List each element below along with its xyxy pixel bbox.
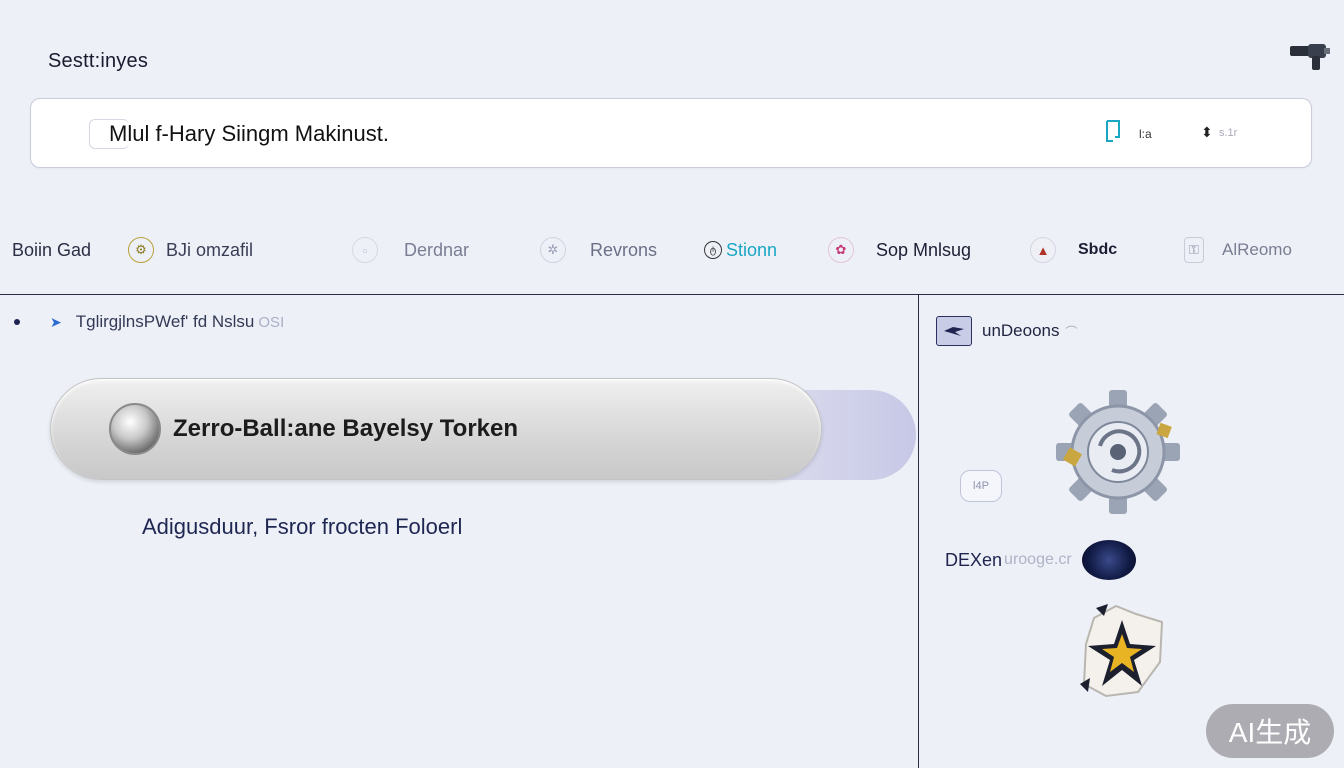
filter-icon[interactable] bbox=[1105, 119, 1135, 143]
tab-label: Sbdc bbox=[1078, 241, 1118, 258]
tab-alreomo[interactable]: ⚿ AlReomo bbox=[1184, 226, 1292, 274]
breadcrumb: ➤ TglirgjlnsPWef' fd Nslsu OSI bbox=[14, 312, 284, 332]
tab-label: AlReomo bbox=[1222, 240, 1292, 259]
tab-label: BJi omzafil bbox=[166, 239, 254, 260]
tab-shop-marketing[interactable]: ✿ Sop Mnlsug bbox=[828, 226, 971, 274]
tab-bar: Boiin Gad ⚙ BJi omzafil ▫ Derdnar ✲ Revr… bbox=[0, 226, 1344, 274]
tag-icon: ✿ bbox=[828, 237, 854, 263]
shield-icon: ▲ bbox=[1030, 237, 1056, 263]
tab-calendar[interactable]: ▫ Derdnar bbox=[352, 226, 469, 274]
lock-icon: ⚿ bbox=[1184, 237, 1204, 263]
badge-icon[interactable]: l4P bbox=[960, 470, 1002, 502]
tab-sbdc[interactable]: ▲ Sbdc bbox=[1030, 226, 1117, 274]
ai-watermark: AI生成 bbox=[1206, 704, 1334, 758]
star-cube-icon[interactable] bbox=[1076, 600, 1168, 702]
filter-label: l:a bbox=[1139, 127, 1152, 141]
tab-reviews[interactable]: ✲ Revrons bbox=[540, 226, 657, 274]
toggle-knob-icon[interactable] bbox=[109, 403, 161, 455]
tab-station[interactable]: ტ Stionn bbox=[704, 226, 777, 274]
token-toggle[interactable]: Zerro-Ball:ane Bayelsy Torken bbox=[50, 378, 822, 480]
gear-icon[interactable] bbox=[1052, 390, 1184, 514]
tab-label: Boiin Gad bbox=[12, 239, 92, 260]
calendar-icon: ▫ bbox=[352, 237, 378, 263]
caret-icon[interactable]: ⌒ bbox=[1066, 323, 1078, 340]
arrow-icon[interactable]: ➤ bbox=[50, 314, 62, 331]
bullet-icon bbox=[14, 319, 20, 325]
page-title: Sestt:inyes bbox=[48, 50, 149, 72]
dex-row[interactable]: DEXen urooge.cr bbox=[945, 540, 1136, 580]
tab-label: Stionn bbox=[726, 239, 778, 260]
gear-icon: ✲ bbox=[540, 237, 566, 263]
drill-icon[interactable] bbox=[1288, 40, 1332, 72]
search-bar[interactable]: Mlul f-Hary Siingm Makinust. l:a ⬍ s.1r bbox=[30, 98, 1312, 168]
sort-label: s.1r bbox=[1219, 127, 1238, 139]
adjust-link[interactable]: Adigusduur, Fsror frocten Foloerl bbox=[142, 514, 462, 540]
token-label: Zerro-Ball:ane Bayelsy Torken bbox=[173, 415, 519, 442]
dex-label: DEXen bbox=[945, 549, 1003, 570]
panel-divider bbox=[918, 294, 919, 768]
search-input[interactable]: Mlul f-Hary Siingm Makinust. bbox=[109, 121, 389, 147]
tab-home[interactable]: Boiin Gad bbox=[12, 226, 91, 274]
breadcrumb-suffix: OSI bbox=[258, 313, 285, 331]
tab-settings[interactable]: ⚙ BJi omzafil bbox=[128, 226, 253, 274]
settings-icon: ⚙ bbox=[128, 237, 154, 263]
tab-divider bbox=[0, 294, 1344, 295]
tab-label: Derdnar bbox=[404, 239, 470, 260]
plane-icon[interactable] bbox=[936, 316, 972, 346]
dex-subtext: urooge.cr bbox=[1004, 551, 1072, 568]
side-panel-title: unDeoons bbox=[982, 321, 1060, 340]
breadcrumb-text[interactable]: TglirgjlnsPWef' fd Nslsu bbox=[76, 312, 255, 332]
side-panel-header: unDeoons ⌒ bbox=[936, 316, 1078, 346]
orb-icon[interactable] bbox=[1081, 540, 1136, 580]
sort-icon[interactable]: ⬍ bbox=[1201, 124, 1213, 141]
tab-label: Revrons bbox=[590, 239, 658, 260]
tab-label: Sop Mnlsug bbox=[876, 239, 972, 260]
link-icon: ტ bbox=[704, 241, 722, 259]
